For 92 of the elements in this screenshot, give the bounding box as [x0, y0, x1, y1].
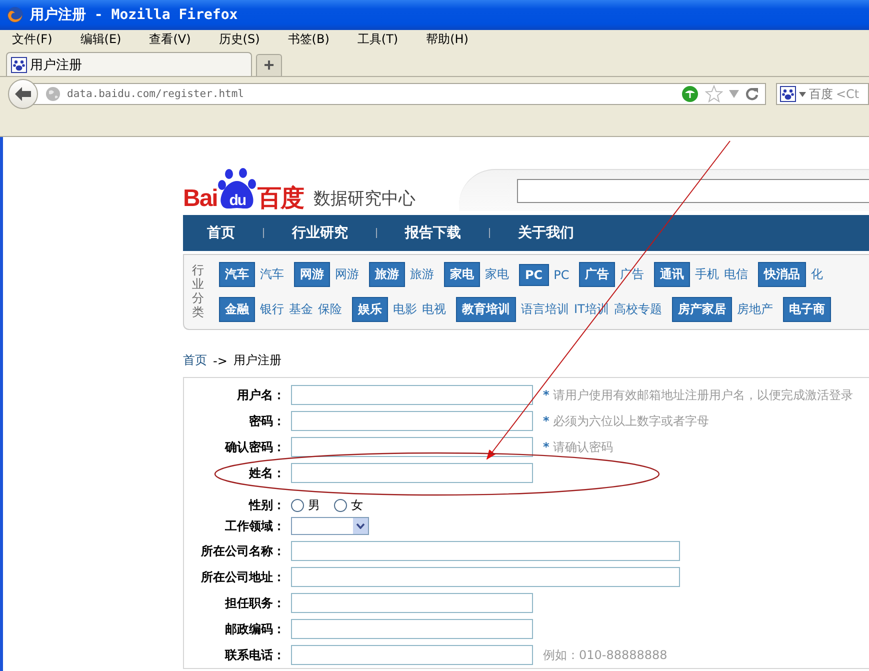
category-link[interactable]: 银行 [260, 301, 284, 318]
menu-item[interactable]: 文件(F) [6, 31, 58, 48]
paw-icon [780, 86, 796, 102]
search-field[interactable] [517, 178, 869, 202]
category-tag[interactable]: 汽车 [219, 262, 255, 287]
new-tab-button[interactable]: + [256, 54, 282, 76]
field-label: 所在公司名称： [200, 542, 286, 560]
browser-tab[interactable]: 用户注册 [6, 52, 252, 76]
category-tag[interactable]: 家电 [444, 262, 480, 287]
category-tag[interactable]: 旅游 [369, 262, 405, 287]
category-tag[interactable]: 快消品 [758, 262, 806, 287]
field-label: 用户名： [236, 386, 286, 404]
category-link[interactable]: 保险 [318, 301, 342, 318]
back-button[interactable] [8, 79, 38, 109]
menu-item[interactable]: 历史(S) [212, 31, 266, 48]
field-label: 确认密码： [224, 438, 286, 456]
category-link[interactable]: 旅游 [410, 266, 434, 283]
radio-label: 男 [308, 497, 320, 514]
nav-link[interactable]: 行业研究 [292, 224, 348, 242]
category-link[interactable]: 汽车 [260, 266, 284, 283]
category-link[interactable]: 网游 [335, 266, 359, 283]
field-label: 姓名： [248, 464, 286, 482]
menu-item[interactable]: 编辑(E) [74, 31, 128, 48]
category-tag[interactable]: 网游 [294, 262, 330, 287]
category-link[interactable]: 家电 [485, 266, 509, 283]
dropdown-icon[interactable] [729, 90, 739, 98]
input-field[interactable] [291, 463, 533, 483]
category-tag[interactable]: 娱乐 [352, 297, 388, 322]
category-link[interactable]: 电影 [393, 301, 417, 318]
category-tag[interactable]: 房产家居 [672, 297, 732, 322]
radio-button[interactable] [291, 499, 304, 512]
category-link[interactable]: 电视 [422, 301, 446, 318]
field-label: 性别： [248, 497, 286, 514]
category-tag[interactable]: 通讯 [654, 262, 690, 287]
search-field[interactable]: 百度 <Ct [776, 83, 869, 105]
reload-icon[interactable] [745, 87, 759, 101]
window-title: 用户注册 - Mozilla Firefox [30, 6, 238, 24]
category-tag[interactable]: 电子商 [782, 297, 831, 322]
menu-item[interactable]: 书签(B) [282, 31, 336, 48]
input-field[interactable] [291, 593, 533, 613]
input-field[interactable] [291, 567, 680, 587]
dropdown-field[interactable] [291, 517, 369, 535]
nav-link[interactable]: 关于我们 [518, 224, 574, 242]
category-tag[interactable]: 金融 [219, 297, 255, 322]
field-label: 邮政编码： [224, 620, 286, 638]
caret-icon [799, 92, 806, 96]
category-link[interactable]: 语言培训 [521, 301, 569, 318]
star-icon[interactable] [705, 85, 723, 103]
input-field[interactable] [291, 645, 533, 665]
field-hint: * 请用户使用有效邮箱地址注册用户名，以便完成激活登录 [543, 386, 854, 404]
input-field[interactable] [291, 385, 533, 405]
field-hint: * 必须为六位以上数字或者字母 [543, 412, 710, 430]
globe-icon [45, 86, 61, 102]
category-link[interactable]: 房地产 [736, 301, 773, 318]
input-field[interactable] [291, 411, 533, 431]
field-label: 密码： [248, 412, 286, 430]
input-field[interactable] [291, 541, 680, 561]
category-link[interactable]: PC [554, 268, 570, 282]
field-hint: 例如：010-88888888 [543, 646, 668, 664]
input-field[interactable] [291, 437, 533, 457]
umbrella-icon [681, 85, 699, 103]
category-link[interactable]: 手机 [695, 266, 720, 283]
breadcrumb-link[interactable]: 首页 [183, 352, 207, 369]
category-label: 行业分类 [192, 264, 204, 320]
field-label: 所在公司地址： [200, 568, 286, 586]
category-link[interactable]: 高校专题 [614, 301, 662, 318]
category-tag[interactable]: 广告 [579, 262, 616, 287]
input-field[interactable] [291, 619, 533, 639]
nav-link[interactable]: 首页 [207, 224, 235, 242]
category-link[interactable]: 化 [811, 266, 824, 283]
breadcrumb-current: 用户注册 [233, 352, 282, 369]
category-link[interactable]: 电信 [724, 266, 748, 283]
field-label: 联系电话： [224, 646, 286, 664]
chevron-icon [356, 523, 365, 529]
menu-item[interactable]: 工具(T) [351, 31, 404, 48]
field-hint: * 请确认密码 [543, 438, 614, 456]
back-arrow-icon [14, 86, 32, 102]
site-subtitle: 数据研究中心 [313, 188, 416, 210]
field-label: 工作领域： [224, 518, 286, 534]
category-tag[interactable]: PC [519, 264, 549, 286]
breadcrumb-separator: -> [213, 354, 228, 368]
baidu-logo[interactable]: Bai du 百度 [183, 165, 304, 211]
category-tag[interactable]: 教育培训 [456, 297, 516, 322]
radio-label: 女 [351, 497, 363, 514]
category-link[interactable]: 基金 [289, 301, 313, 318]
menu-item[interactable]: 查看(V) [143, 31, 197, 48]
paw-icon [11, 56, 27, 72]
radio-button[interactable] [334, 499, 347, 512]
menu-item[interactable]: 帮助(H) [420, 31, 474, 48]
firefox-icon [6, 6, 24, 24]
nav-link[interactable]: 报告下载 [405, 224, 461, 242]
field-label: 担任职务： [224, 594, 286, 612]
